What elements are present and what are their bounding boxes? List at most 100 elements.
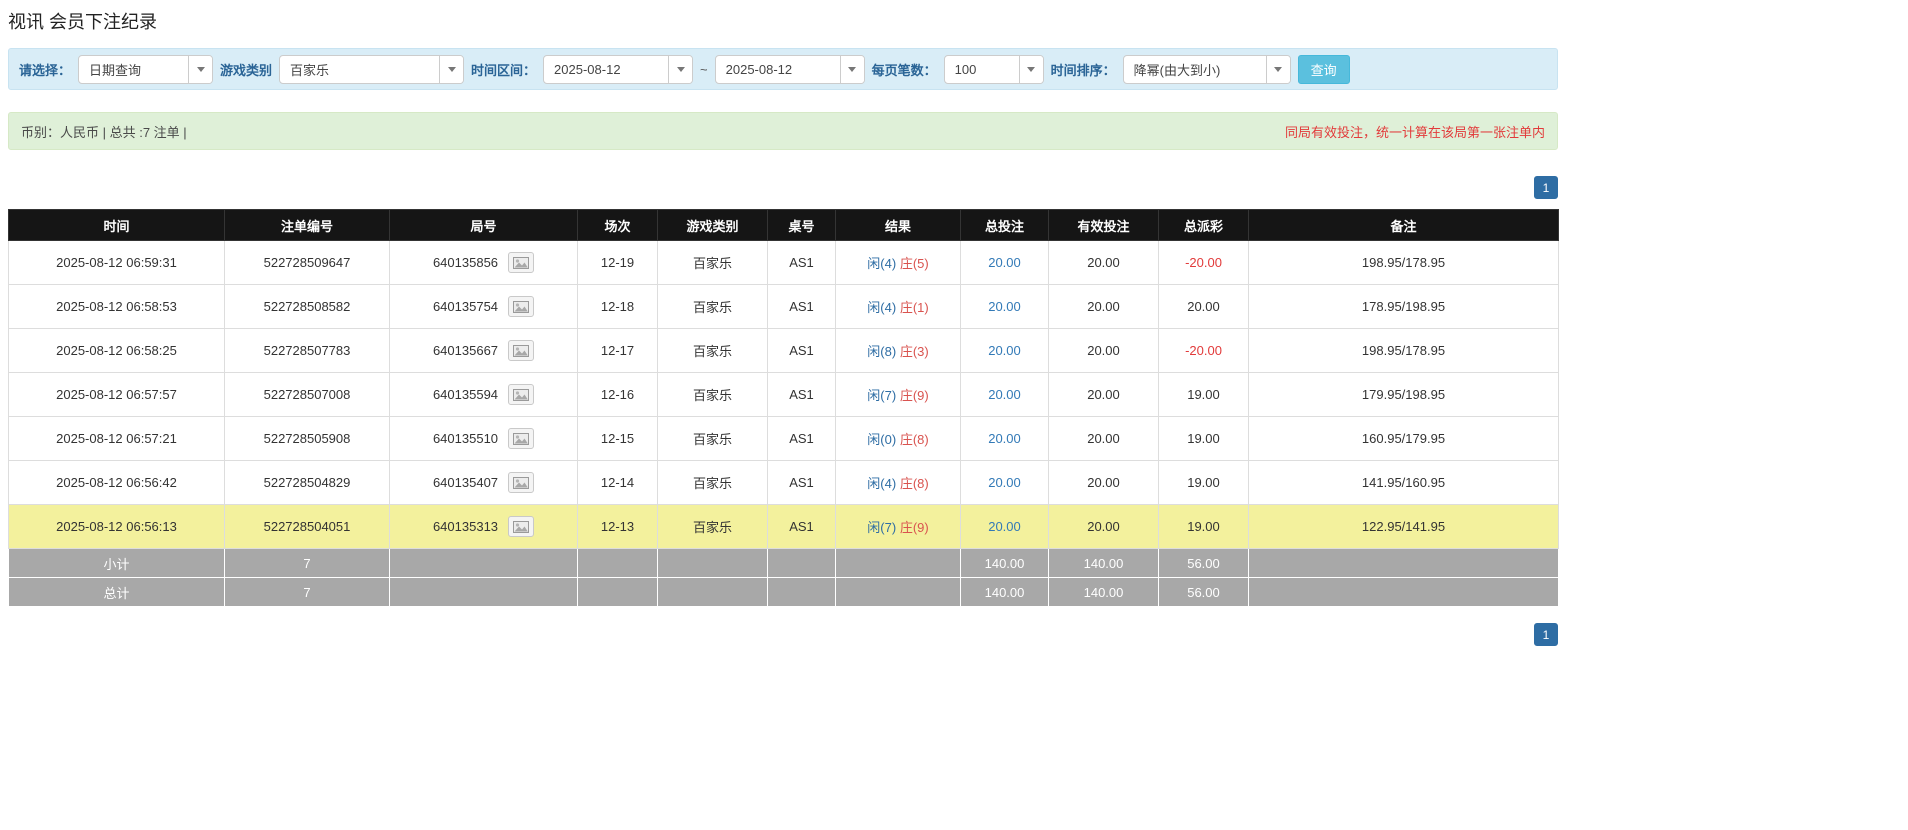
- caret-glyph: [848, 67, 856, 72]
- range-separator: ~: [700, 62, 708, 77]
- chevron-down-icon[interactable]: [840, 56, 864, 83]
- cell-valid-bet: 20.00: [1049, 285, 1159, 329]
- cell-time: 2025-08-12 06:57:57: [9, 373, 225, 417]
- cell-time: 2025-08-12 06:56:42: [9, 461, 225, 505]
- empty-cell: [768, 549, 836, 578]
- total-bet-link[interactable]: 20.00: [988, 475, 1021, 490]
- cell-round: 640135510: [390, 417, 578, 461]
- empty-cell: [1249, 578, 1559, 607]
- cell-round-number: 640135510: [433, 431, 498, 446]
- cell-round-number: 640135754: [433, 299, 498, 314]
- chevron-down-icon[interactable]: [1019, 56, 1043, 83]
- search-button[interactable]: 查询: [1298, 55, 1350, 84]
- cell-note: 141.95/160.95: [1249, 461, 1559, 505]
- cell-session: 12-14: [578, 461, 658, 505]
- cell-game-type: 百家乐: [658, 329, 768, 373]
- round-replay-icon[interactable]: [508, 472, 534, 493]
- page-size-select[interactable]: 100: [944, 55, 1044, 84]
- total-count: 7: [225, 578, 390, 607]
- cell-table-number: AS1: [768, 241, 836, 285]
- cell-result: 闲(7) 庄(9): [836, 505, 961, 549]
- chevron-down-icon[interactable]: [188, 56, 212, 83]
- cell-result: 闲(8) 庄(3): [836, 329, 961, 373]
- round-replay-icon[interactable]: [508, 516, 534, 537]
- col-header-table-no: 桌号: [768, 210, 836, 241]
- result-player: 闲(4): [867, 300, 896, 315]
- cell-result: 闲(4) 庄(5): [836, 241, 961, 285]
- chevron-down-icon[interactable]: [668, 56, 692, 83]
- total-bet-link[interactable]: 20.00: [988, 431, 1021, 446]
- result-player: 闲(8): [867, 344, 896, 359]
- cell-bet-id: 522728507783: [225, 329, 390, 373]
- cell-result: 闲(0) 庄(8): [836, 417, 961, 461]
- round-replay-icon[interactable]: [508, 384, 534, 405]
- table-row: 2025-08-12 06:56:42 522728504829 6401354…: [9, 461, 1559, 505]
- total-valid-bet: 140.00: [1049, 578, 1159, 607]
- result-player: 闲(7): [867, 520, 896, 535]
- col-header-time: 时间: [9, 210, 225, 241]
- subtotal-total-bet: 140.00: [961, 549, 1049, 578]
- cell-total-bet-wrap: 20.00: [961, 461, 1049, 505]
- subtotal-label: 小计: [9, 549, 225, 578]
- result-player: 闲(0): [867, 432, 896, 447]
- total-bet-link[interactable]: 20.00: [988, 519, 1021, 534]
- subtotal-row: 小计 7 140.00 140.00 56.00: [9, 549, 1559, 578]
- page-title: 视讯 会员下注纪录: [8, 8, 1558, 34]
- cell-total-bet-wrap: 20.00: [961, 373, 1049, 417]
- caret-glyph: [197, 67, 205, 72]
- cell-round-number: 640135407: [433, 475, 498, 490]
- col-header-round: 局号: [390, 210, 578, 241]
- result-banker: 庄(8): [900, 432, 929, 447]
- cell-result: 闲(7) 庄(9): [836, 373, 961, 417]
- cell-table-number: AS1: [768, 329, 836, 373]
- total-bet-link[interactable]: 20.00: [988, 387, 1021, 402]
- cell-table-number: AS1: [768, 417, 836, 461]
- round-replay-icon[interactable]: [508, 428, 534, 449]
- chevron-down-icon[interactable]: [1266, 56, 1290, 83]
- result-player: 闲(7): [867, 388, 896, 403]
- game-type-select[interactable]: 百家乐: [279, 55, 464, 84]
- result-banker: 庄(9): [900, 388, 929, 403]
- round-replay-icon[interactable]: [508, 252, 534, 273]
- page-1-button[interactable]: 1: [1534, 623, 1558, 646]
- chevron-down-icon[interactable]: [439, 56, 463, 83]
- round-replay-icon[interactable]: [508, 296, 534, 317]
- page-1-button[interactable]: 1: [1534, 176, 1558, 199]
- cell-round-number: 640135313: [433, 519, 498, 534]
- empty-cell: [658, 578, 768, 607]
- cell-round: 640135594: [390, 373, 578, 417]
- cell-valid-bet: 20.00: [1049, 329, 1159, 373]
- cell-time: 2025-08-12 06:58:25: [9, 329, 225, 373]
- cell-valid-bet: 20.00: [1049, 373, 1159, 417]
- cell-time: 2025-08-12 06:59:31: [9, 241, 225, 285]
- cell-round-number: 640135667: [433, 343, 498, 358]
- cell-payout: 20.00: [1159, 285, 1249, 329]
- caret-glyph: [448, 67, 456, 72]
- cell-payout: -20.00: [1159, 241, 1249, 285]
- date-from-select[interactable]: 2025-08-12: [543, 55, 693, 84]
- page-size-label: 每页笔数：: [872, 60, 937, 79]
- date-to-select[interactable]: 2025-08-12: [715, 55, 865, 84]
- empty-cell: [836, 549, 961, 578]
- result-banker: 庄(3): [900, 344, 929, 359]
- cell-payout: 19.00: [1159, 417, 1249, 461]
- table-row: 2025-08-12 06:57:57 522728507008 6401355…: [9, 373, 1559, 417]
- cell-bet-id: 522728504829: [225, 461, 390, 505]
- table-row: 2025-08-12 06:57:21 522728505908 6401355…: [9, 417, 1559, 461]
- cell-note: 160.95/179.95: [1249, 417, 1559, 461]
- col-header-bet-id: 注单编号: [225, 210, 390, 241]
- cell-game-type: 百家乐: [658, 505, 768, 549]
- cell-round: 640135313: [390, 505, 578, 549]
- total-bet-link[interactable]: 20.00: [988, 299, 1021, 314]
- total-bet-link[interactable]: 20.00: [988, 255, 1021, 270]
- cell-game-type: 百家乐: [658, 373, 768, 417]
- table-row: 2025-08-12 06:58:25 522728507783 6401356…: [9, 329, 1559, 373]
- total-bet-link[interactable]: 20.00: [988, 343, 1021, 358]
- col-header-payout: 总派彩: [1159, 210, 1249, 241]
- round-replay-icon[interactable]: [508, 340, 534, 361]
- table-body: 2025-08-12 06:59:31 522728509647 6401358…: [9, 241, 1559, 549]
- sort-order-select[interactable]: 降幂(由大到小): [1123, 55, 1291, 84]
- game-type-label: 游戏类别: [220, 60, 272, 79]
- query-type-select[interactable]: 日期查询: [78, 55, 213, 84]
- col-header-valid-bet: 有效投注: [1049, 210, 1159, 241]
